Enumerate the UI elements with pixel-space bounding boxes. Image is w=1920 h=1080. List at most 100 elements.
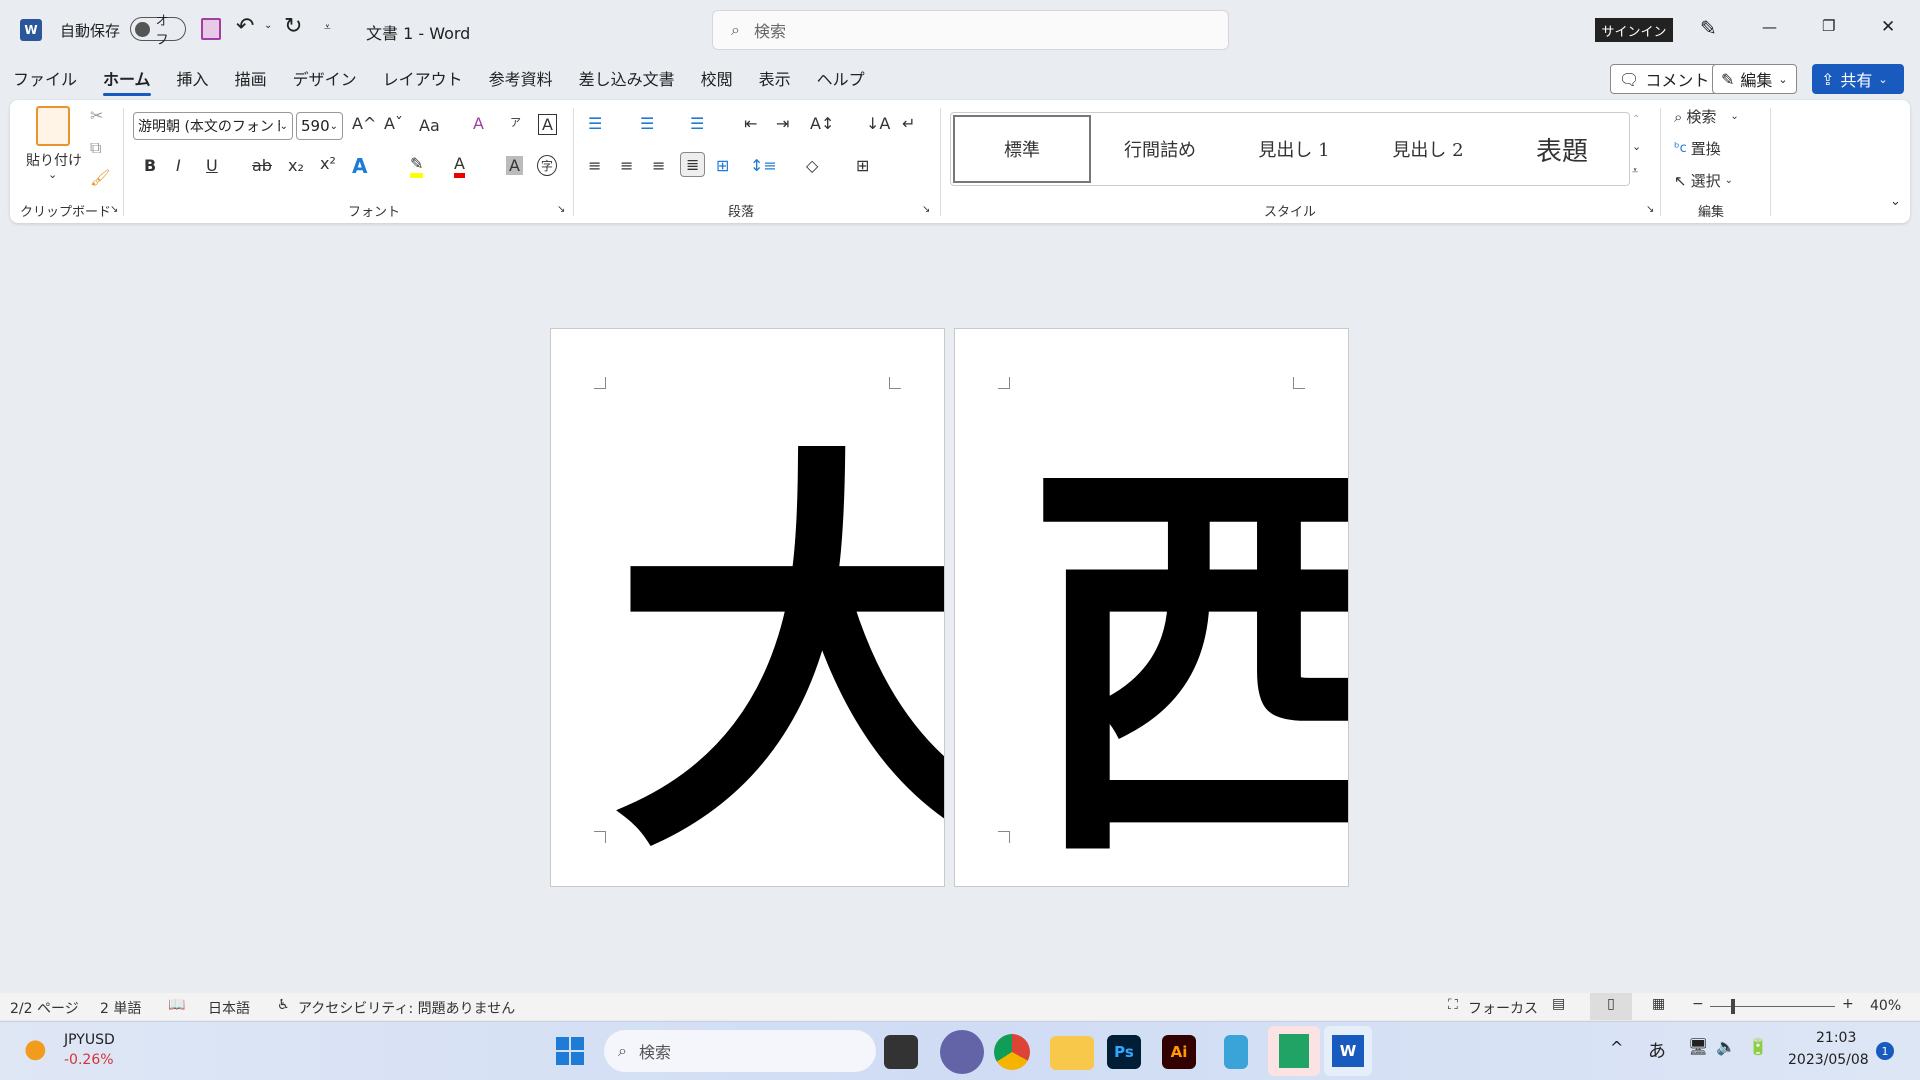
language[interactable]: 日本語 xyxy=(208,998,250,1018)
document-page-2[interactable]: 西 xyxy=(954,328,1349,887)
print-layout-icon[interactable]: ▯ xyxy=(1590,993,1632,1020)
undo-dropdown-icon[interactable]: ⌄ xyxy=(264,20,272,31)
asian-layout-icon[interactable]: A↕ xyxy=(810,114,834,133)
cut-icon[interactable]: ✂ xyxy=(90,106,103,125)
minimize-button[interactable]: — xyxy=(1762,18,1777,36)
web-layout-icon[interactable]: ▦ xyxy=(1652,996,1665,1012)
styles-scroll-down[interactable]: ⌄ xyxy=(1632,140,1641,153)
show-marks-icon[interactable]: ↵ xyxy=(902,114,915,133)
align-right-icon[interactable]: ≡ xyxy=(652,156,665,175)
start-button[interactable] xyxy=(556,1037,584,1065)
zoom-out-button[interactable]: − xyxy=(1692,996,1704,1012)
multilevel-list-icon[interactable]: ☰ xyxy=(690,114,704,133)
character-border-button[interactable]: A xyxy=(538,114,557,135)
style-normal[interactable]: 標準 xyxy=(953,115,1091,183)
increase-indent-icon[interactable]: ⇥ xyxy=(776,114,789,133)
close-button[interactable]: ✕ xyxy=(1881,17,1895,37)
clock-date[interactable]: 2023/05/08 xyxy=(1788,1052,1869,1068)
signin-button[interactable]: サインイン xyxy=(1595,18,1673,42)
highlight-color-icon[interactable]: ✎ xyxy=(410,154,424,178)
styles-scroll-up[interactable]: ⌃ xyxy=(1632,114,1640,125)
tab-help[interactable]: ヘルプ xyxy=(804,66,878,90)
task-view-icon[interactable] xyxy=(884,1035,918,1069)
paragraph-launcher-icon[interactable]: ↘ xyxy=(922,204,930,215)
find-button[interactable]: ⌕ 検索 ⌄ xyxy=(1674,106,1739,127)
tab-references[interactable]: 参考資料 xyxy=(476,66,566,90)
battery-icon[interactable]: 🔋 xyxy=(1748,1037,1768,1056)
shading-icon[interactable]: ◇ xyxy=(806,156,818,175)
designer-pen-icon[interactable]: ✎ xyxy=(1700,16,1717,40)
grow-font-button[interactable]: A^ xyxy=(352,114,376,133)
proofing-icon[interactable]: 📖 xyxy=(168,997,185,1013)
undo-icon[interactable]: ↶ xyxy=(236,14,254,39)
page-count[interactable]: 2/2 ページ xyxy=(10,998,79,1018)
document-page-1[interactable]: 大 xyxy=(550,328,945,887)
tab-insert[interactable]: 挿入 xyxy=(164,66,222,90)
excel-app-tile[interactable] xyxy=(1268,1026,1320,1076)
chrome-icon[interactable] xyxy=(994,1034,1030,1070)
subscript-button[interactable]: x₂ xyxy=(288,156,304,175)
clipboard-launcher-icon[interactable]: ↘ xyxy=(110,204,118,215)
illustrator-icon[interactable]: Ai xyxy=(1162,1035,1196,1069)
italic-button[interactable]: I xyxy=(176,156,181,175)
styles-launcher-icon[interactable]: ↘ xyxy=(1646,204,1654,215)
read-mode-icon[interactable]: ▤ xyxy=(1552,996,1565,1012)
focus-button[interactable]: フォーカス xyxy=(1468,998,1538,1018)
ticker-name[interactable]: JPYUSD xyxy=(64,1032,115,1048)
zoom-in-button[interactable]: + xyxy=(1842,996,1854,1012)
taskbar-search[interactable]: ⌕ 検索 xyxy=(604,1030,876,1072)
clear-formatting-button[interactable]: A xyxy=(473,114,484,133)
phonetic-guide-button[interactable]: ア xyxy=(510,114,521,130)
font-launcher-icon[interactable]: ↘ xyxy=(557,204,565,215)
ime-indicator[interactable]: あ xyxy=(1648,1037,1666,1063)
zoom-slider[interactable] xyxy=(1710,1006,1835,1007)
character-shading-button[interactable]: A xyxy=(506,156,523,175)
bold-button[interactable]: B xyxy=(144,156,156,175)
autosave-toggle[interactable]: オフ xyxy=(130,14,186,48)
zoom-slider-thumb[interactable] xyxy=(1731,999,1735,1014)
bullets-icon[interactable]: ☰ xyxy=(588,114,602,133)
font-name-select[interactable]: 游明朝 (本文のフォント ⌄ xyxy=(133,112,293,140)
underline-button[interactable]: U xyxy=(206,156,218,175)
collapse-ribbon-icon[interactable]: ⌄ xyxy=(1890,194,1901,209)
tab-layout[interactable]: レイアウト xyxy=(370,66,476,90)
comment-button[interactable]: 🗨 コメント xyxy=(1610,64,1719,94)
share-button[interactable]: ⇪ 共有 ⌄ xyxy=(1812,64,1904,94)
customize-qat-icon[interactable]: ⩡ xyxy=(324,20,331,35)
clock-time[interactable]: 21:03 xyxy=(1816,1030,1856,1046)
style-no-spacing[interactable]: 行間詰め xyxy=(1093,113,1227,185)
superscript-button[interactable]: x² xyxy=(320,154,336,173)
tab-design[interactable]: デザイン xyxy=(280,66,370,90)
tab-mailings[interactable]: 差し込み文書 xyxy=(566,66,688,90)
paste-button[interactable]: 貼り付け xyxy=(26,150,82,170)
shrink-font-button[interactable]: Aˇ xyxy=(384,114,403,133)
font-size-select[interactable]: 590 ⌄ xyxy=(296,112,343,140)
tab-draw[interactable]: 描画 xyxy=(222,66,280,90)
sort-icon[interactable]: ↓A xyxy=(866,114,890,133)
align-left-icon[interactable]: ≡ xyxy=(588,156,601,175)
numbering-icon[interactable]: ☰ xyxy=(640,114,654,133)
borders-icon[interactable]: ⊞ xyxy=(856,156,869,175)
styles-more[interactable]: ⩡ xyxy=(1632,164,1638,178)
accessibility-status[interactable]: アクセシビリティ: 問題ありません xyxy=(298,998,515,1018)
select-button[interactable]: ↖ 選択 ⌄ xyxy=(1674,170,1733,191)
justify-icon[interactable]: ≣ xyxy=(680,152,706,177)
notification-badge[interactable]: 1 xyxy=(1876,1042,1894,1060)
distributed-icon[interactable]: ⊞ xyxy=(716,156,729,175)
word-count[interactable]: 2 単語 xyxy=(100,998,141,1018)
zoom-level[interactable]: 40% xyxy=(1870,998,1901,1014)
align-center-icon[interactable]: ≡ xyxy=(620,156,633,175)
show-hidden-icons[interactable]: ^ xyxy=(1610,1038,1623,1057)
teams-chat-icon[interactable] xyxy=(940,1030,984,1074)
edit-mode-button[interactable]: ✎ 編集 ⌄ xyxy=(1712,64,1797,94)
save-icon[interactable] xyxy=(201,18,221,40)
stock-widget-icon[interactable]: ● xyxy=(24,1034,47,1064)
search-box[interactable]: ⌕ 検索 xyxy=(712,10,1229,50)
font-color-icon[interactable]: A xyxy=(454,154,465,178)
replace-button[interactable]: ᵇc 置換 xyxy=(1674,138,1721,159)
copy-icon[interactable]: ⧉ xyxy=(90,138,101,158)
tab-home[interactable]: ホーム xyxy=(90,66,164,96)
redo-icon[interactable]: ↻ xyxy=(284,14,302,39)
line-spacing-icon[interactable]: ↕≡ xyxy=(750,156,777,175)
paste-icon[interactable] xyxy=(36,106,70,146)
